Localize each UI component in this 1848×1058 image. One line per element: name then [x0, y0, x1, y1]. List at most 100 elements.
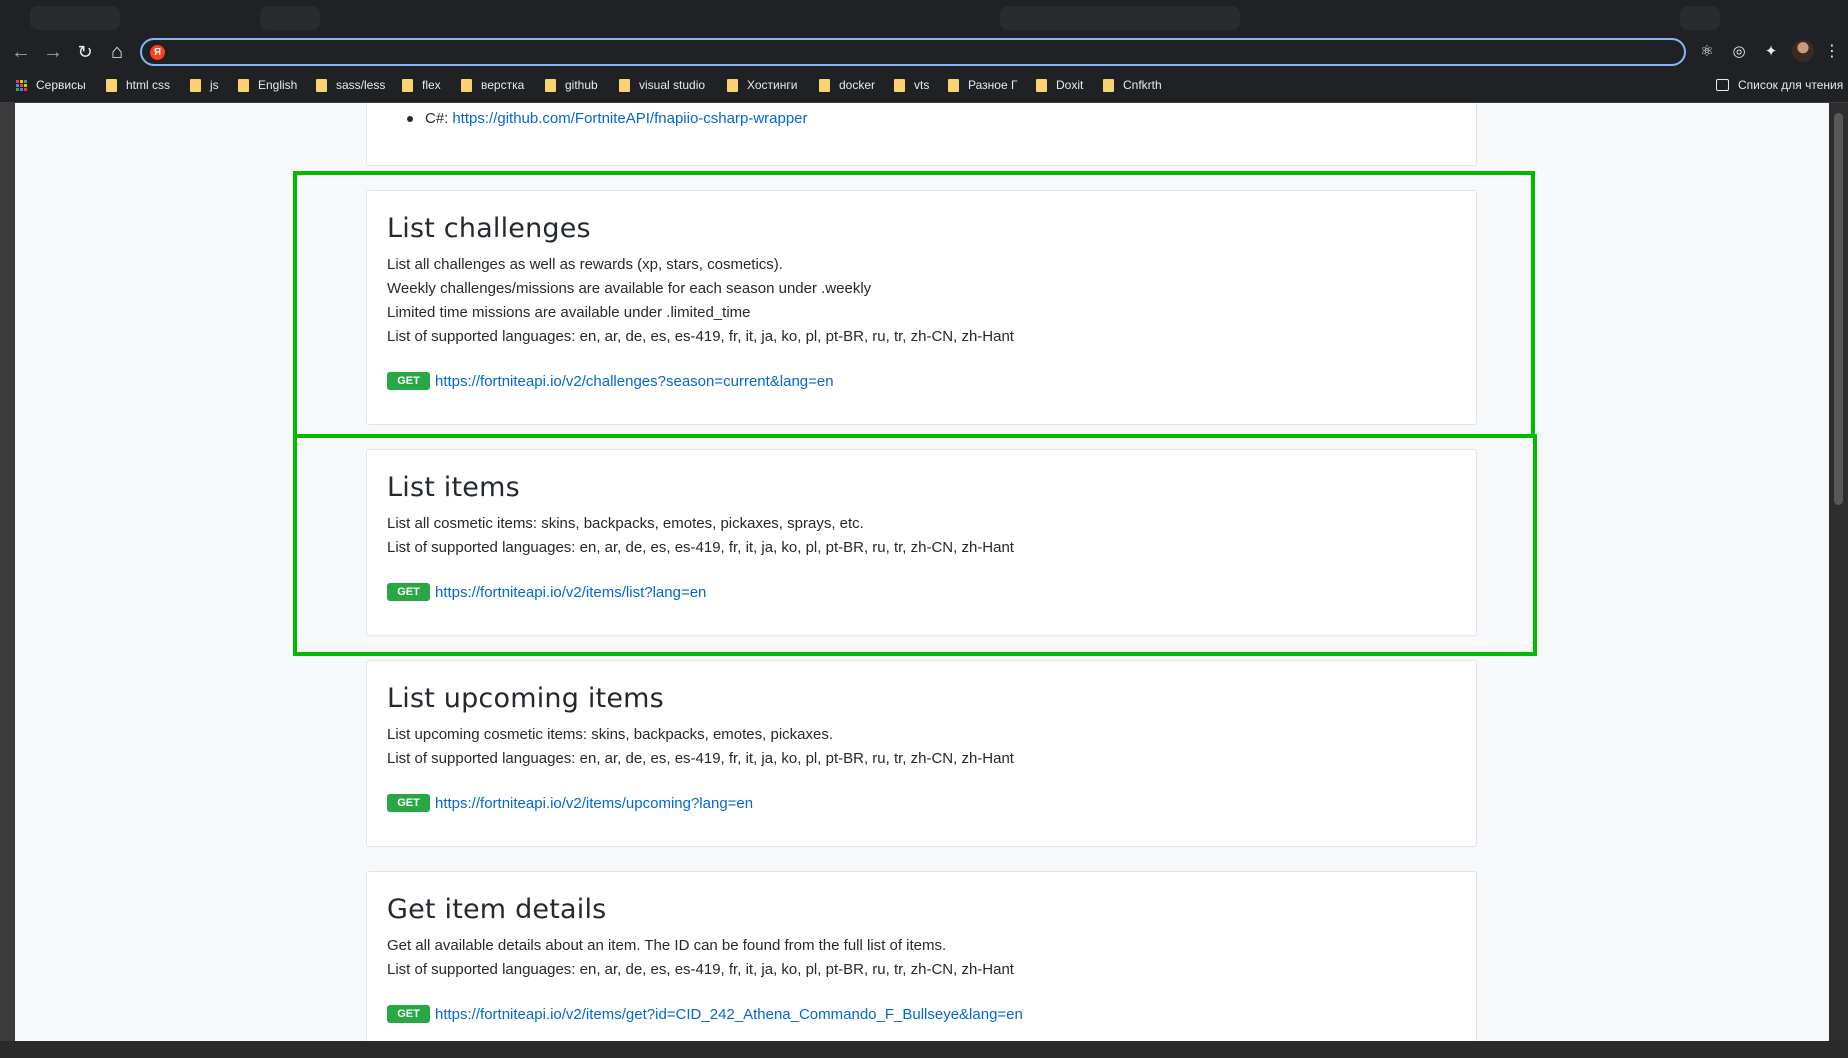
folder-icon	[461, 78, 472, 92]
tab-blurred[interactable]	[260, 6, 320, 30]
bookmark-label: github	[565, 78, 598, 92]
section-title: List challenges	[387, 213, 591, 244]
endpoint-link[interactable]: https://fortniteapi.io/v2/items/get?id=C…	[435, 1006, 1023, 1023]
react-extension-icon[interactable]: ⚛	[1696, 42, 1718, 62]
endpoint-link[interactable]: https://fortniteapi.io/v2/challenges?sea…	[435, 373, 834, 390]
folder-icon	[402, 78, 413, 92]
list-item: C#: https://github.com/FortniteAPI/fnapi…	[407, 110, 808, 127]
back-icon[interactable]: ←	[8, 40, 34, 64]
folder-icon	[238, 78, 249, 92]
bookmark-folder[interactable]: flex	[402, 76, 441, 94]
bookmark-label: vts	[914, 78, 930, 92]
folder-icon	[1036, 78, 1047, 92]
bookmark-folder[interactable]: vts	[894, 76, 929, 94]
forward-icon[interactable]: →	[40, 40, 66, 64]
scrollbar[interactable]	[1829, 103, 1848, 1041]
browser-toolbar: ← → ↻ ⌂ Я ⚛ ◎ ✦ ⋮	[0, 37, 1848, 67]
bookmark-folder[interactable]: docker	[819, 76, 875, 94]
endpoint-link[interactable]: https://fortniteapi.io/v2/items/upcoming…	[435, 795, 753, 812]
bookmarks-bar: Сервисы html css js English sass/less fl…	[0, 67, 1848, 103]
description-line: Weekly challenges/missions are available…	[387, 280, 872, 297]
description-line: List all challenges as well as rewards (…	[387, 256, 783, 273]
endpoint-link[interactable]: https://fortniteapi.io/v2/items/list?lan…	[435, 584, 706, 601]
folder-icon	[316, 78, 327, 92]
yandex-icon: Я	[150, 45, 165, 60]
bookmark-folder[interactable]: github	[545, 76, 598, 94]
page-viewport: C#: https://github.com/FortniteAPI/fnapi…	[15, 103, 1829, 1041]
bookmark-folder[interactable]: English	[238, 76, 297, 94]
endpoint-row: GET https://fortniteapi.io/v2/challenges…	[387, 371, 834, 391]
folder-icon	[727, 78, 738, 92]
tab-blurred[interactable]	[30, 6, 120, 30]
address-bar[interactable]: Я	[140, 38, 1686, 66]
tab-blurred[interactable]	[1680, 6, 1720, 30]
description-line: Get all available details about an item.…	[387, 937, 947, 954]
section-title: Get item details	[387, 894, 607, 925]
apps-grid-icon	[16, 79, 27, 91]
folder-icon	[819, 78, 830, 92]
endpoint-row: GET https://fortniteapi.io/v2/items/get?…	[387, 1004, 1023, 1024]
bookmark-label: js	[210, 78, 219, 92]
bookmark-folder[interactable]: Cnfkrth	[1103, 76, 1162, 94]
target-extension-icon[interactable]: ◎	[1728, 42, 1750, 62]
bookmark-folder[interactable]: Разное Г	[948, 76, 1017, 94]
bookmark-folder[interactable]: верстка	[461, 76, 524, 94]
description-line: List all cosmetic items: skins, backpack…	[387, 515, 864, 532]
folder-icon	[1103, 78, 1114, 92]
bookmark-label: visual studio	[639, 78, 706, 92]
endpoint-row: GET https://fortniteapi.io/v2/items/list…	[387, 582, 706, 602]
bookmark-folder[interactable]: html css	[106, 76, 170, 94]
window-bottom-edge	[0, 1041, 1848, 1058]
endpoint-row: GET https://fortniteapi.io/v2/items/upco…	[387, 793, 753, 813]
bookmark-apps[interactable]: Сервисы	[16, 76, 86, 94]
section-title: List items	[387, 472, 520, 503]
reading-list-icon	[1716, 79, 1729, 91]
description-line: List upcoming cosmetic items: skins, bac…	[387, 726, 834, 743]
bookmark-label: sass/less	[336, 78, 386, 92]
bookmark-label: html css	[126, 78, 171, 92]
home-icon[interactable]: ⌂	[104, 40, 130, 64]
bookmark-label: Разное Г	[968, 78, 1018, 92]
bookmark-folder[interactable]: Хостинги	[727, 76, 797, 94]
bullet-icon	[407, 115, 413, 122]
section-description: List all cosmetic items: skins, backpack…	[387, 512, 1014, 560]
folder-icon	[545, 78, 556, 92]
http-method-badge: GET	[387, 794, 430, 812]
section-description: Get all available details about an item.…	[387, 934, 1014, 982]
more-menu-icon[interactable]: ⋮	[1824, 40, 1840, 64]
reading-list-label: Список для чтения	[1738, 78, 1844, 92]
bookmark-label: Doxit	[1056, 78, 1084, 92]
folder-icon	[894, 78, 905, 92]
bookmark-label: Хостинги	[747, 78, 798, 92]
bookmark-label: flex	[422, 78, 441, 92]
bookmark-folder[interactable]: visual studio	[619, 76, 705, 94]
bookmark-label: верстка	[481, 78, 525, 92]
endpoint-card-items: List items List all cosmetic items: skin…	[366, 449, 1477, 636]
address-input[interactable]	[172, 43, 1672, 63]
section-description: List all challenges as well as rewards (…	[387, 253, 1014, 349]
bookmark-label: Cnfkrth	[1123, 78, 1162, 92]
description-line: List of supported languages: en, ar, de,…	[387, 539, 1014, 556]
bookmark-folder[interactable]: sass/less	[316, 76, 385, 94]
http-method-badge: GET	[387, 1005, 430, 1023]
folder-icon	[948, 78, 959, 92]
wrapper-link[interactable]: https://github.com/FortniteAPI/fnapiio-c…	[452, 110, 807, 127]
bookmark-folder[interactable]: Doxit	[1036, 76, 1083, 94]
endpoint-card-challenges: List challenges List all challenges as w…	[366, 190, 1477, 425]
description-line: List of supported languages: en, ar, de,…	[387, 750, 1014, 767]
reading-list-button[interactable]: Список для чтения	[1716, 76, 1843, 94]
description-line: List of supported languages: en, ar, de,…	[387, 328, 1014, 345]
tab-blurred[interactable]	[1000, 6, 1240, 30]
folder-icon	[619, 78, 630, 92]
scrollbar-thumb[interactable]	[1834, 113, 1843, 505]
bookmark-label: docker	[839, 78, 876, 92]
http-method-badge: GET	[387, 372, 430, 390]
bookmark-folder[interactable]: js	[190, 76, 219, 94]
section-description: List upcoming cosmetic items: skins, bac…	[387, 723, 1014, 771]
puzzle-extensions-icon[interactable]: ✦	[1760, 42, 1782, 62]
language-prefix: C#:	[425, 110, 449, 127]
endpoint-card-item-details: Get item details Get all available detai…	[366, 871, 1477, 1041]
reload-icon[interactable]: ↻	[72, 40, 98, 64]
bookmark-label: Сервисы	[36, 78, 86, 92]
avatar[interactable]	[1792, 40, 1814, 62]
